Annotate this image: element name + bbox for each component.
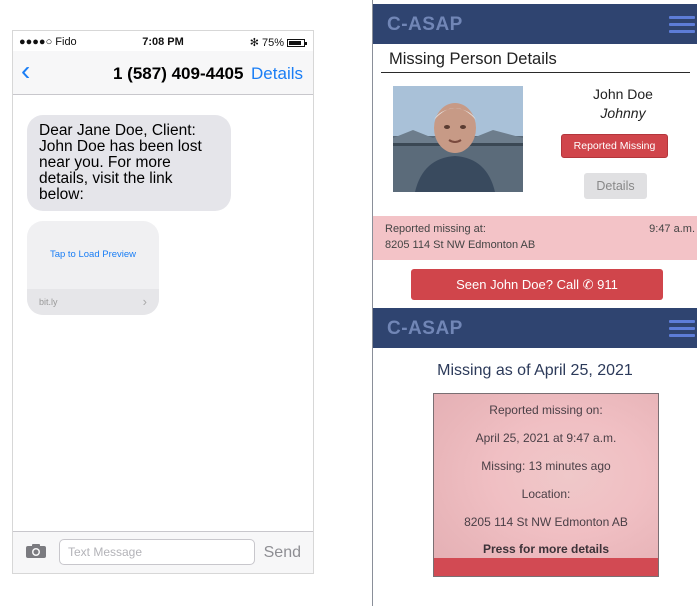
bluetooth-icon: ✻ [249, 37, 259, 49]
messages-screen: ●●●●○ Fido 7:08 PM ✻ 75% ‹ 1 (587) 409-4… [12, 30, 314, 574]
preview-footer[interactable]: bit.ly › [27, 289, 159, 315]
message-bubble: Dear Jane Doe, Client: John Doe has been… [27, 115, 231, 211]
hamburger-menu-icon[interactable] [669, 16, 695, 34]
reported-missing-banner: Reported missing at: 8205 114 St NW Edmo… [373, 216, 697, 260]
chevron-left-icon[interactable]: ‹ [21, 57, 30, 85]
page-title: Missing Person Details [389, 50, 557, 68]
call-number: 911 [597, 277, 618, 292]
app-brand: C-ASAP [387, 14, 463, 35]
missing-as-of-heading: Missing as of April 25, 2021 [437, 362, 633, 379]
app-brand-second: C-ASAP [387, 318, 463, 339]
battery-percent: 75% [261, 36, 284, 49]
phone-icon: ✆ [582, 277, 594, 292]
text-message-input[interactable]: Text Message [59, 539, 255, 565]
missing-person-photo [393, 86, 523, 192]
battery-icon [287, 38, 307, 47]
preview-url: bit.ly [39, 297, 58, 307]
hamburger-menu-icon[interactable] [669, 320, 695, 338]
title-divider [381, 72, 690, 73]
person-name: John Doe [593, 86, 653, 102]
conversation-header: ‹ 1 (587) 409-4405 Details [13, 51, 313, 95]
missing-summary-card[interactable]: Reported missing on: April 25, 2021 at 9… [433, 393, 659, 577]
send-button[interactable]: Send [264, 544, 301, 562]
card-location-address: 8205 114 St NW Edmonton AB [464, 515, 628, 529]
reported-time: 9:47 a.m. [649, 223, 695, 235]
status-bar: ●●●●○ Fido 7:08 PM ✻ 75% [13, 31, 313, 51]
card-bottom-bar [434, 558, 658, 576]
call-911-button[interactable]: Seen John Doe? Call ✆ 911 [411, 269, 663, 300]
details-link[interactable]: Details [251, 64, 303, 84]
message-composer: Text Message Send [13, 531, 313, 573]
reported-address: 8205 114 St NW Edmonton AB [385, 239, 536, 251]
card-reported-label: Reported missing on: [489, 403, 603, 417]
casap-app: C-ASAP Missing Person Details John Doe J… [372, 0, 697, 606]
app-header-second: C-ASAP [373, 308, 697, 348]
call-button-label: Seen John Doe? Call [456, 277, 579, 292]
contact-number: 1 (587) 409-4405 [113, 64, 244, 83]
card-missing-duration: Missing: 13 minutes ago [481, 459, 611, 473]
battery-status: ✻ 75% [249, 36, 307, 49]
app-header: C-ASAP [373, 4, 697, 44]
card-more-details[interactable]: Press for more details [434, 542, 658, 556]
reported-label: Reported missing at: [385, 223, 486, 235]
chevron-right-icon: › [142, 294, 147, 309]
person-nickname: Johnny [600, 105, 646, 121]
reported-missing-button[interactable]: Reported Missing [561, 134, 668, 158]
link-preview[interactable]: Tap to Load Preview bit.ly › [27, 221, 159, 315]
card-location-label: Location: [521, 487, 571, 501]
camera-icon[interactable] [25, 543, 47, 559]
tap-to-load-preview[interactable]: Tap to Load Preview [27, 249, 159, 260]
details-button[interactable]: Details [584, 173, 647, 199]
card-reported-date: April 25, 2021 at 9:47 a.m. [475, 431, 617, 445]
